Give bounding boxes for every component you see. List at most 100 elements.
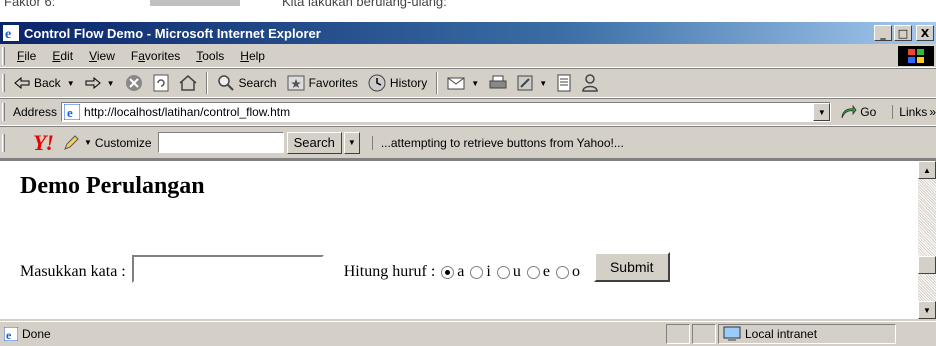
close-button[interactable]: X bbox=[916, 25, 934, 41]
radio-button[interactable] bbox=[470, 265, 484, 279]
menu-favorites[interactable]: Favorites bbox=[123, 49, 188, 63]
radio-label: u bbox=[512, 263, 521, 280]
intranet-icon bbox=[723, 326, 741, 341]
page-content: Demo Perulangan Masukkan kata : Hitung h… bbox=[0, 159, 918, 319]
chevron-down-icon[interactable]: ▼ bbox=[539, 79, 547, 88]
radio-option-i[interactable]: i bbox=[470, 263, 491, 281]
radio-label: a bbox=[457, 263, 465, 280]
toolbar-grip[interactable] bbox=[2, 133, 5, 152]
menu-help[interactable]: Help bbox=[232, 49, 273, 63]
vertical-scrollbar[interactable]: ▲ ▼ bbox=[918, 159, 936, 319]
radio-button[interactable] bbox=[441, 265, 455, 279]
home-icon bbox=[179, 75, 197, 91]
menu-tools[interactable]: Tools bbox=[188, 49, 232, 63]
status-progress-cell bbox=[666, 324, 690, 344]
background-text-middle: Kita lakukan berulang-ulang: bbox=[282, 0, 447, 9]
count-form: Masukkan kata : Hitung huruf : a i u e o… bbox=[20, 252, 670, 283]
mail-button[interactable]: ▼ bbox=[442, 71, 484, 95]
menu-view[interactable]: View bbox=[81, 49, 123, 63]
customize-button[interactable]: ▼ Customize bbox=[63, 134, 152, 151]
radio-label: o bbox=[571, 263, 580, 280]
radio-option-u[interactable]: u bbox=[496, 263, 521, 281]
svg-text:e: e bbox=[6, 328, 12, 341]
history-button[interactable]: History bbox=[363, 71, 432, 95]
mail-icon bbox=[447, 77, 465, 90]
print-button[interactable] bbox=[484, 71, 512, 95]
address-input[interactable]: e http://localhost/latihan/control_flow.… bbox=[61, 102, 832, 122]
security-zone[interactable]: Local intranet bbox=[718, 324, 896, 344]
history-label: History bbox=[389, 76, 428, 90]
radio-button[interactable] bbox=[496, 265, 510, 279]
customize-label: Customize bbox=[94, 135, 152, 150]
back-label: Back bbox=[34, 76, 61, 90]
favorites-icon bbox=[287, 75, 305, 91]
page-icon: e bbox=[64, 104, 81, 120]
favorites-button[interactable]: Favorites bbox=[282, 71, 363, 95]
yahoo-logo[interactable]: Y! bbox=[33, 130, 54, 156]
stop-icon bbox=[125, 75, 142, 91]
yahoo-status-message: ...attempting to retrieve buttons from Y… bbox=[371, 135, 624, 150]
chevron-down-icon[interactable]: ▼ bbox=[471, 79, 479, 88]
search-label: Search bbox=[238, 76, 277, 90]
window-titlebar[interactable]: e Control Flow Demo - Microsoft Internet… bbox=[0, 22, 936, 44]
page-title: Demo Perulangan bbox=[20, 173, 205, 199]
favorites-label: Favorites bbox=[308, 76, 358, 90]
radio-button[interactable] bbox=[526, 265, 540, 279]
chevron-down-icon[interactable]: ▼ bbox=[107, 79, 115, 88]
chevron-right-icon: » bbox=[929, 105, 936, 119]
edit-icon bbox=[517, 75, 533, 91]
word-input[interactable] bbox=[131, 255, 324, 283]
history-icon bbox=[368, 74, 386, 92]
chevron-down-icon[interactable]: ▼ bbox=[343, 131, 360, 154]
yahoo-search-button[interactable]: Search bbox=[286, 131, 342, 154]
messenger-icon bbox=[582, 74, 598, 92]
background-window-strip: Faktor 6: Kita lakukan berulang-ulang: bbox=[0, 0, 936, 22]
search-icon bbox=[217, 75, 234, 91]
messenger-button[interactable] bbox=[576, 71, 604, 95]
minimize-button[interactable]: _ bbox=[874, 25, 892, 41]
standard-toolbar: Back ▼ ▼ Search Favorites History ▼ ▼ bbox=[0, 68, 936, 98]
submit-button[interactable]: Submit bbox=[593, 252, 670, 282]
scroll-up-arrow-icon[interactable]: ▲ bbox=[918, 161, 936, 179]
edit-button[interactable]: ▼ bbox=[512, 71, 552, 95]
radio-button[interactable] bbox=[555, 265, 569, 279]
chevron-down-icon[interactable]: ▼ bbox=[67, 79, 75, 88]
refresh-icon bbox=[153, 74, 169, 92]
links-label: Links bbox=[899, 105, 928, 119]
toolbar-grip[interactable] bbox=[2, 103, 5, 121]
forward-arrow-icon bbox=[85, 77, 101, 89]
scrollbar-thumb[interactable] bbox=[918, 256, 936, 274]
maximize-button[interactable]: □ bbox=[894, 25, 912, 41]
page-done-icon: e bbox=[4, 327, 18, 341]
menu-edit[interactable]: Edit bbox=[44, 49, 81, 63]
radio-option-a[interactable]: a bbox=[441, 263, 464, 281]
toolbar-grip[interactable] bbox=[2, 74, 5, 92]
back-arrow-icon bbox=[14, 77, 30, 89]
menu-file[interactable]: File bbox=[9, 49, 44, 63]
status-bar: e Done Local intranet bbox=[0, 321, 936, 346]
ie-logo-icon: e bbox=[3, 25, 19, 41]
back-button[interactable]: Back ▼ bbox=[9, 71, 80, 95]
go-arrow-icon bbox=[841, 105, 857, 119]
address-bar: Address e http://localhost/latihan/contr… bbox=[0, 98, 936, 126]
radio-label: e bbox=[542, 263, 550, 280]
forward-button[interactable]: ▼ bbox=[80, 71, 120, 95]
window-title: Control Flow Demo - Microsoft Internet E… bbox=[24, 25, 321, 41]
toolbar-grip[interactable] bbox=[2, 46, 5, 65]
discuss-button[interactable] bbox=[552, 71, 576, 95]
chevron-down-icon[interactable]: ▼ bbox=[813, 103, 831, 121]
stop-button[interactable] bbox=[120, 71, 148, 95]
yahoo-search-input[interactable] bbox=[157, 132, 284, 153]
radio-option-o[interactable]: o bbox=[555, 263, 580, 281]
refresh-button[interactable] bbox=[148, 71, 174, 95]
svg-text:e: e bbox=[5, 27, 11, 41]
radio-option-e[interactable]: e bbox=[526, 263, 550, 281]
word-input-label: Masukkan kata : bbox=[20, 263, 126, 280]
search-button[interactable]: Search bbox=[212, 71, 282, 95]
go-button[interactable]: Go bbox=[841, 105, 876, 119]
svg-text:e: e bbox=[67, 105, 73, 120]
toolbar-separator bbox=[436, 72, 439, 94]
home-button[interactable] bbox=[174, 71, 202, 95]
links-button[interactable]: Links » bbox=[892, 105, 936, 119]
scroll-down-arrow-icon[interactable]: ▼ bbox=[918, 301, 936, 319]
